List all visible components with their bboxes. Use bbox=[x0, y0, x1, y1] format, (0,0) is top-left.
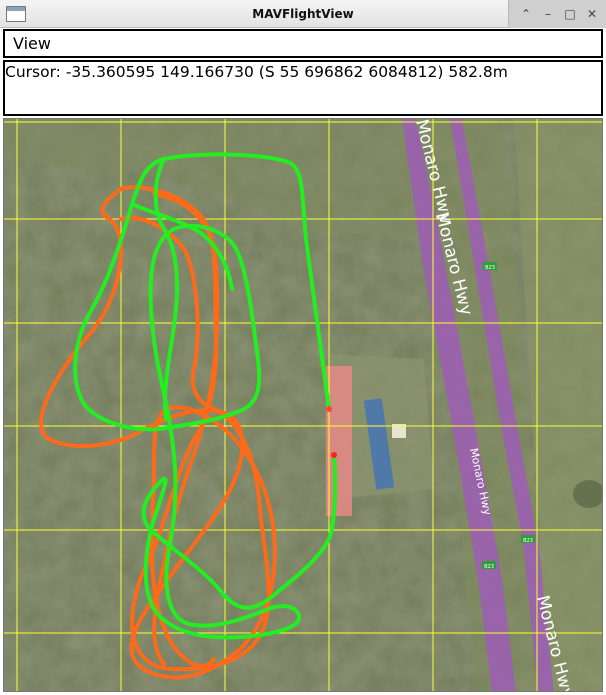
road-shield-2: B23 bbox=[521, 535, 535, 544]
aircraft-position-marker bbox=[331, 452, 337, 458]
home-position-marker bbox=[326, 406, 332, 412]
keep-above-button[interactable]: ⌃ bbox=[517, 5, 535, 23]
runway bbox=[326, 366, 352, 516]
road-shield-1: B23 bbox=[483, 262, 497, 271]
svg-text:B23: B23 bbox=[523, 538, 533, 544]
menu-view[interactable]: View bbox=[13, 34, 51, 53]
map-canvas[interactable]: Monaro Hwy Monaro Hwy Monaro Hwy Monaro … bbox=[4, 119, 603, 692]
map-view[interactable]: Monaro Hwy Monaro Hwy Monaro Hwy Monaro … bbox=[3, 118, 603, 692]
minimize-button[interactable]: – bbox=[539, 5, 557, 23]
window-controls: ⌃ – □ ✕ bbox=[508, 0, 606, 28]
close-button[interactable]: ✕ bbox=[583, 5, 601, 23]
cursor-readout: Cursor: -35.360595 149.166730 (S 55 6968… bbox=[5, 63, 508, 81]
svg-text:B23: B23 bbox=[484, 564, 494, 570]
title-bar[interactable]: MAVFlightView ⌃ – □ ✕ bbox=[0, 0, 606, 28]
menu-bar: View bbox=[3, 29, 603, 58]
road-shield-3: B23 bbox=[482, 561, 496, 570]
cursor-status-panel: Cursor: -35.360595 149.166730 (S 55 6968… bbox=[3, 60, 603, 116]
maximize-button[interactable]: □ bbox=[561, 5, 579, 23]
svg-text:B23: B23 bbox=[485, 265, 495, 271]
